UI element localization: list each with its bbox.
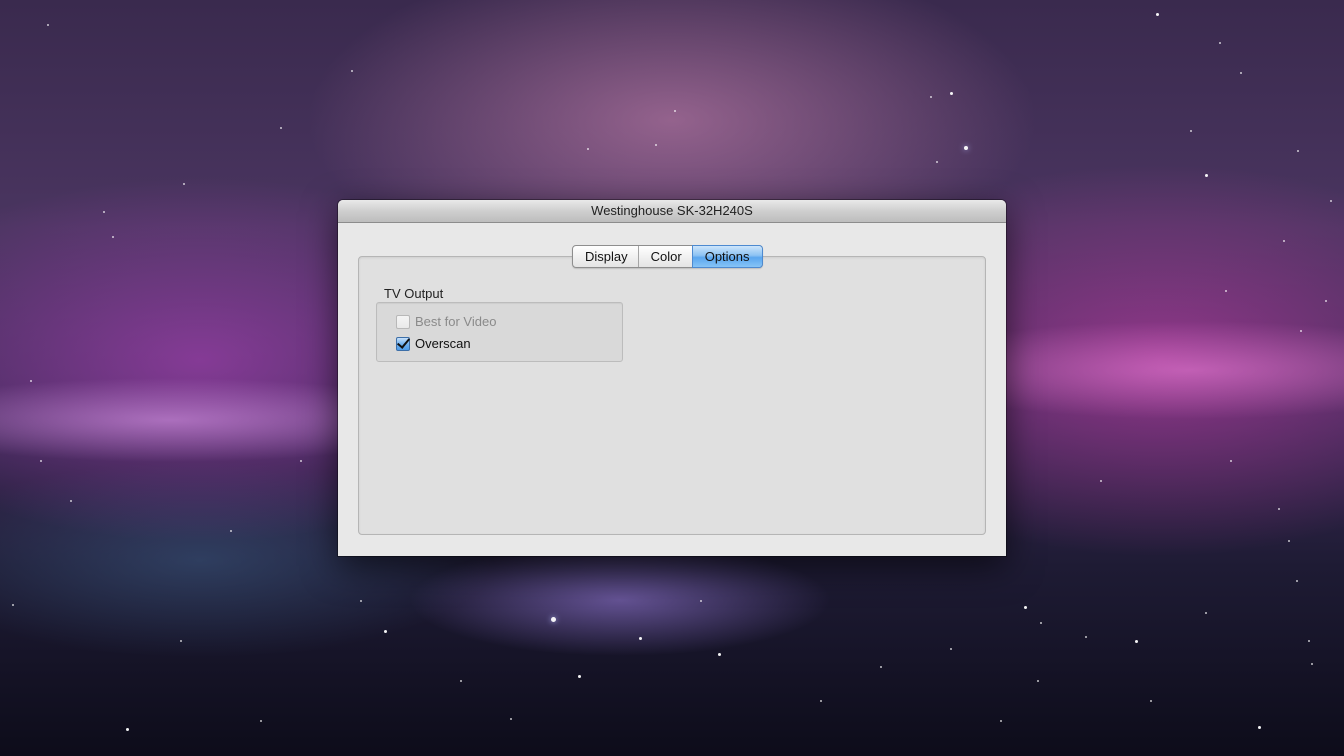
- star: [1024, 606, 1027, 609]
- star: [47, 24, 49, 26]
- star: [639, 637, 642, 640]
- star: [1288, 540, 1290, 542]
- star: [1283, 240, 1285, 242]
- window-title-bar[interactable]: Westinghouse SK-32H240S: [338, 200, 1006, 223]
- star: [260, 720, 262, 722]
- star: [1300, 330, 1302, 332]
- star: [1296, 580, 1298, 582]
- best-for-video-label: Best for Video: [415, 314, 497, 329]
- star: [880, 666, 882, 668]
- star: [930, 96, 932, 98]
- window-title: Westinghouse SK-32H240S: [591, 203, 753, 218]
- star: [587, 148, 589, 150]
- star: [1330, 200, 1332, 202]
- star: [655, 144, 657, 146]
- star: [578, 675, 581, 678]
- best-for-video-option: Best for Video: [396, 314, 496, 329]
- tab-options[interactable]: Options: [692, 246, 762, 267]
- overscan-checkbox[interactable]: [396, 336, 410, 351]
- star: [384, 630, 387, 633]
- desktop-wallpaper: Westinghouse SK-32H240S Display Color Op…: [0, 0, 1344, 756]
- star: [1150, 700, 1152, 702]
- star: [1308, 640, 1310, 642]
- star: [1040, 622, 1042, 624]
- star: [1219, 42, 1221, 44]
- overscan-option: Overscan: [396, 336, 471, 351]
- star: [700, 600, 702, 602]
- star: [360, 600, 362, 602]
- best-for-video-checkbox[interactable]: [396, 314, 410, 329]
- tab-bar: Display Color Options: [572, 245, 763, 268]
- star: [1258, 726, 1261, 729]
- overscan-label: Overscan: [415, 336, 471, 351]
- star: [820, 700, 822, 702]
- star: [510, 718, 512, 720]
- star: [351, 70, 353, 72]
- tab-panel: [358, 256, 986, 535]
- star: [280, 127, 282, 129]
- star: [1085, 636, 1087, 638]
- star: [1205, 612, 1207, 614]
- star: [718, 653, 721, 656]
- tv-output-group-title: TV Output: [384, 286, 444, 301]
- display-preferences-window: Westinghouse SK-32H240S Display Color Op…: [338, 200, 1006, 556]
- star: [112, 236, 114, 238]
- star: [1190, 130, 1192, 132]
- star: [183, 183, 185, 185]
- star: [103, 211, 105, 213]
- star: [950, 648, 952, 650]
- star: [950, 92, 953, 95]
- star: [1325, 300, 1327, 302]
- star: [12, 604, 14, 606]
- star: [300, 460, 302, 462]
- star: [1297, 150, 1299, 152]
- tv-output-group: Best for Video Overscan: [376, 302, 623, 362]
- star: [180, 640, 182, 642]
- star: [936, 161, 938, 163]
- star: [70, 500, 72, 502]
- star: [1100, 480, 1102, 482]
- star: [1225, 290, 1227, 292]
- star: [30, 380, 32, 382]
- tab-color[interactable]: Color: [639, 246, 693, 267]
- tab-display[interactable]: Display: [573, 246, 639, 267]
- star: [1240, 72, 1242, 74]
- star: [964, 146, 968, 150]
- star: [1000, 720, 1002, 722]
- star: [1156, 13, 1159, 16]
- star: [460, 680, 462, 682]
- star: [1278, 508, 1280, 510]
- star: [40, 460, 42, 462]
- star: [1205, 174, 1208, 177]
- star: [1037, 680, 1039, 682]
- star: [1230, 460, 1232, 462]
- star: [1135, 640, 1138, 643]
- star: [126, 728, 129, 731]
- star: [1311, 663, 1313, 665]
- star: [551, 617, 556, 622]
- star: [674, 110, 676, 112]
- star: [230, 530, 232, 532]
